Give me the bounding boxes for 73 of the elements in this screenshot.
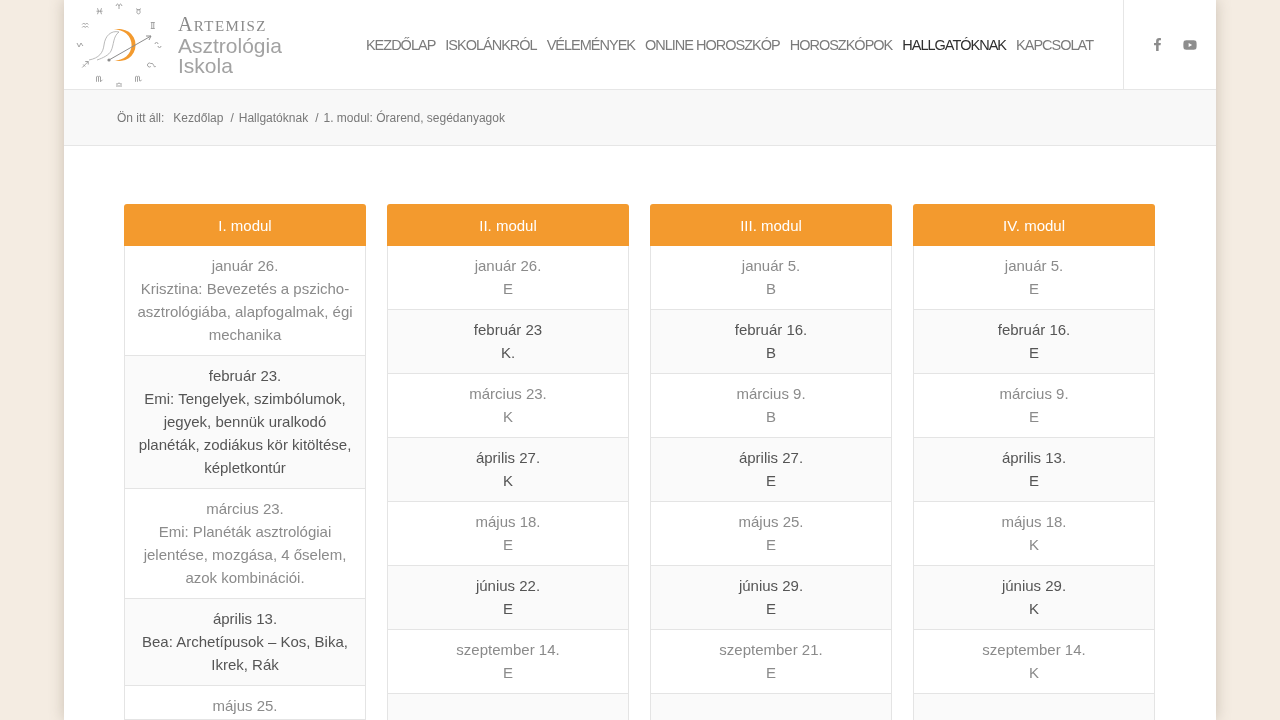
session-date: május 25. — [211, 696, 279, 716]
session-detail: B — [765, 279, 777, 299]
nav-link[interactable]: KEZDŐLAP — [365, 36, 436, 53]
session-detail: E — [1028, 407, 1040, 427]
session-detail: E — [502, 535, 514, 555]
module-header: IV. modul — [913, 204, 1155, 246]
session-detail: K — [1028, 599, 1040, 619]
session-detail: K — [1028, 535, 1040, 555]
breadcrumb-separator: / — [230, 110, 234, 125]
youtube-icon[interactable] — [1183, 37, 1197, 52]
session-detail: E — [1028, 279, 1040, 299]
session-detail: K. — [499, 343, 517, 363]
session-detail: E — [765, 471, 777, 491]
session-date: február 16. — [733, 320, 809, 340]
session-detail: E — [1028, 343, 1040, 363]
session-detail: Emi: Tengelyek, szimbólumok, jegyek, bennük uralkodó planéták, zodiákus kör kitöltése, képletkontúr — [137, 389, 353, 478]
breadcrumb-link[interactable]: Kezdőlap — [173, 110, 224, 125]
session-detail: Emi: Planéták asztrológiai jelentése, mozgása, 4 őselem, azok kombinációi. — [142, 522, 348, 588]
nav-link[interactable]: VÉLEMÉNYEK — [546, 36, 635, 53]
session-date: április 27. — [474, 448, 542, 468]
session-date: március 23. — [468, 384, 548, 404]
breadcrumb-current: 1. modul: Órarend, segédanyagok — [323, 110, 505, 125]
breadcrumb-label: Ön itt áll: — [117, 110, 165, 125]
session-detail: K — [1028, 663, 1040, 683]
module-header: II. modul — [387, 204, 629, 246]
logo-subtitle: Iskola — [178, 55, 233, 75]
session-detail: E — [502, 663, 514, 683]
session-date: szeptember 14. — [981, 640, 1087, 660]
session-detail: Bea: Archetípusok – Kos, Bika, Ikrek, Rák — [141, 632, 349, 675]
facebook-icon[interactable] — [1151, 38, 1164, 51]
session-date: június 22. — [474, 576, 542, 596]
session-date: január 5. — [1003, 256, 1065, 276]
session-date: szeptember 14. — [455, 640, 561, 660]
module-header: I. modul — [124, 204, 366, 246]
session-detail: E — [765, 599, 777, 619]
session-date: május 18. — [474, 512, 542, 532]
session-detail: Krisztina: Bevezetés a pszicho-asztrológiába, alapfogalmak, égi mechanika — [137, 279, 353, 345]
session-date: március 23. — [205, 499, 285, 519]
session-date: április 13. — [1000, 448, 1068, 468]
session-date: június 29. — [737, 576, 805, 596]
session-detail: E — [502, 599, 514, 619]
session-detail: E — [1028, 471, 1040, 491]
session-date: június 29. — [1000, 576, 1068, 596]
session-date: február 16. — [996, 320, 1072, 340]
module-header: III. modul — [650, 204, 892, 246]
session-date: január 26. — [210, 256, 280, 276]
session-date: február 23. — [207, 366, 283, 386]
session-date: április 27. — [737, 448, 805, 468]
session-detail: E — [765, 535, 777, 555]
logo-subtitle: Asztrológia — [178, 36, 282, 56]
nav-link[interactable]: ONLINE HOROSZKÓP — [645, 36, 780, 53]
nav-link[interactable]: KAPCSOLAT — [1016, 36, 1093, 53]
session-date: május 18. — [1000, 512, 1068, 532]
session-date: április 13. — [211, 609, 279, 629]
session-date: szeptember 21. — [718, 640, 824, 660]
session-date: május 25. — [737, 512, 805, 532]
session-date: január 26. — [473, 256, 543, 276]
session-date: március 9. — [735, 384, 807, 404]
session-date: március 9. — [998, 384, 1070, 404]
session-detail: B — [765, 343, 777, 363]
nav-link[interactable]: HALLGATÓKNAK — [902, 36, 1007, 53]
session-detail: E — [502, 279, 514, 299]
session-detail: K — [502, 407, 514, 427]
session-date: január 5. — [740, 256, 802, 276]
nav-link[interactable]: HOROSZKÓPOK — [789, 36, 893, 53]
session-date: február 23 — [472, 320, 544, 340]
session-detail: E — [765, 663, 777, 683]
nav-link[interactable]: ISKOLÁNKRÓL — [445, 36, 537, 53]
breadcrumb-link[interactable]: Hallgatóknak — [238, 110, 309, 125]
logo-title: ARTEMISZ — [178, 14, 268, 36]
session-detail: K — [502, 471, 514, 491]
session-detail: B — [765, 407, 777, 427]
breadcrumb-separator: / — [315, 110, 319, 125]
